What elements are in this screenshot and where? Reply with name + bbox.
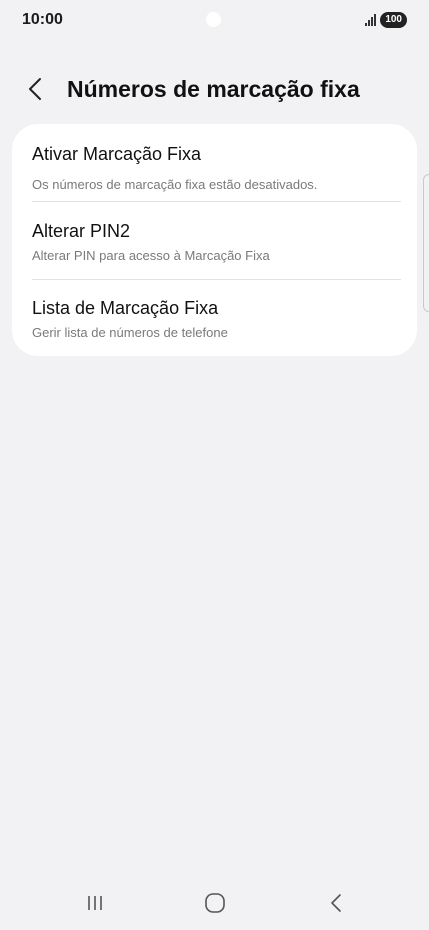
settings-item-title: Ativar Marcação Fixa <box>32 144 202 164</box>
settings-card: Ativar Marcação Fixa Os números de marca… <box>12 124 417 356</box>
battery-icon: 100 <box>380 12 407 28</box>
status-icons: 100 <box>365 12 407 28</box>
navigation-bar <box>0 874 429 930</box>
signal-icon <box>365 14 377 26</box>
recent-apps-button[interactable] <box>75 888 115 918</box>
settings-item-title: Alterar PIN2 <box>32 221 131 241</box>
settings-item-enable-fdn[interactable]: Ativar Marcação Fixa Os números de marca… <box>32 132 401 208</box>
settings-item-subtitle: Alterar PIN para acesso à Marcação Fixa <box>32 248 270 263</box>
back-button[interactable] <box>28 72 54 106</box>
page-title: Números de marcação fixa <box>67 75 360 102</box>
settings-item-change-pin2[interactable]: Alterar PIN2 Alterar PIN para acesso à M… <box>32 210 401 286</box>
settings-item-title: Lista de Marcação Fixa <box>32 298 219 318</box>
status-time: 10:00 <box>22 11 63 28</box>
home-icon <box>205 893 225 913</box>
settings-item-subtitle: Os números de marcação fixa estão desati… <box>32 177 318 192</box>
divider <box>32 279 401 280</box>
back-nav-button[interactable] <box>316 888 356 918</box>
divider <box>32 201 401 202</box>
app-header: Números de marcação fixa <box>28 72 409 106</box>
edge-panel-handle[interactable] <box>423 174 429 312</box>
home-button[interactable] <box>195 888 235 918</box>
settings-item-subtitle: Gerir lista de números de telefone <box>32 325 228 340</box>
status-bar: 10:00 100 <box>0 0 429 44</box>
settings-item-fdn-list[interactable]: Lista de Marcação Fixa Gerir lista de nú… <box>32 287 401 363</box>
camera-cutout <box>206 12 221 27</box>
back-icon <box>331 894 341 912</box>
chevron-left-icon <box>29 78 41 100</box>
recent-apps-icon <box>88 896 102 910</box>
